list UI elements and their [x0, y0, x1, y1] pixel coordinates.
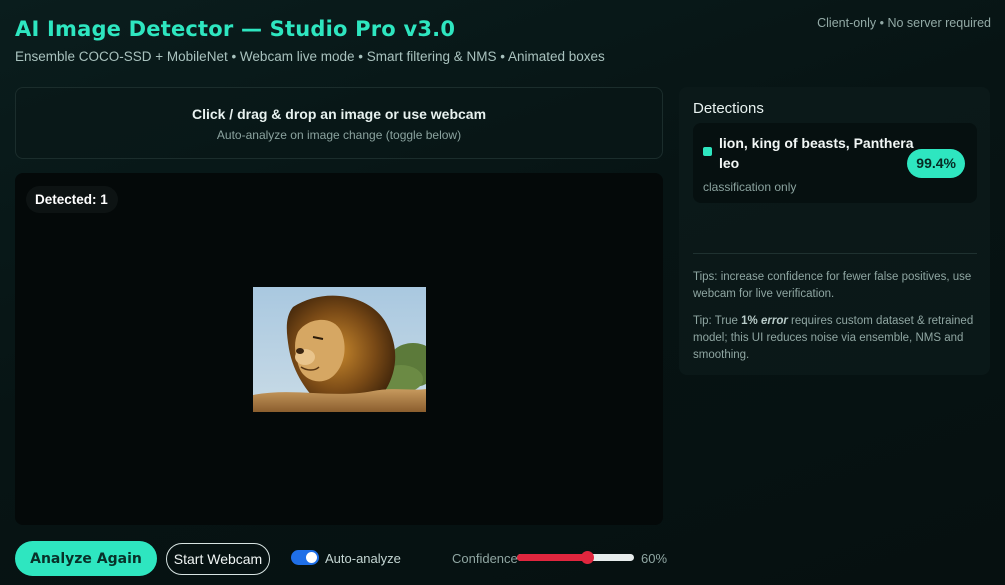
- tip-accuracy-error: error: [760, 315, 788, 327]
- auto-analyze-label: Auto-analyze: [325, 551, 401, 566]
- confidence-slider-fill: [517, 554, 588, 561]
- tip-accuracy-percent: 1%: [741, 315, 758, 327]
- detections-panel: Detections lion, king of beasts, Panther…: [679, 87, 990, 375]
- detection-label: lion, king of beasts, Panthera leo: [719, 135, 914, 171]
- tip-confidence: Tips: increase confidence for fewer fals…: [693, 271, 972, 300]
- detection-item[interactable]: lion, king of beasts, Panthera leo 99.4%…: [693, 123, 977, 203]
- detection-score-badge: 99.4%: [907, 149, 965, 178]
- detected-count-badge: Detected: 1: [26, 186, 118, 213]
- confidence-slider[interactable]: [517, 551, 634, 564]
- page-subtitle: Ensemble COCO-SSD + MobileNet • Webcam l…: [15, 49, 605, 64]
- start-webcam-button[interactable]: Start Webcam: [166, 543, 270, 575]
- toggle-knob: [306, 552, 317, 563]
- image-dropzone[interactable]: Click / drag & drop an image or use webc…: [15, 87, 663, 159]
- detection-color-dot: [703, 147, 712, 156]
- auto-analyze-toggle[interactable]: [291, 550, 319, 565]
- confidence-slider-thumb[interactable]: [581, 551, 595, 564]
- confidence-label: Confidence: [452, 551, 518, 566]
- detections-header: Detections: [693, 100, 764, 117]
- analyze-again-button[interactable]: Analyze Again: [15, 541, 157, 576]
- page-title: AI Image Detector — Studio Pro v3.0: [15, 17, 456, 41]
- client-only-note: Client-only • No server required: [817, 16, 991, 30]
- uploaded-lion-image: [253, 287, 426, 412]
- panel-divider: [693, 253, 977, 254]
- tip-accuracy: Tip: True 1% error requires custom datas…: [693, 313, 978, 364]
- dropzone-title: Click / drag & drop an image or use webc…: [191, 106, 487, 122]
- tip-accuracy-prefix: Tip: True: [693, 315, 742, 327]
- dropzone-subtitle: Auto-analyze on image change (toggle bel…: [216, 128, 462, 142]
- detection-kind: classification only: [703, 180, 797, 194]
- confidence-value: 60%: [641, 551, 668, 566]
- preview-canvas: Detected: 1: [15, 173, 663, 525]
